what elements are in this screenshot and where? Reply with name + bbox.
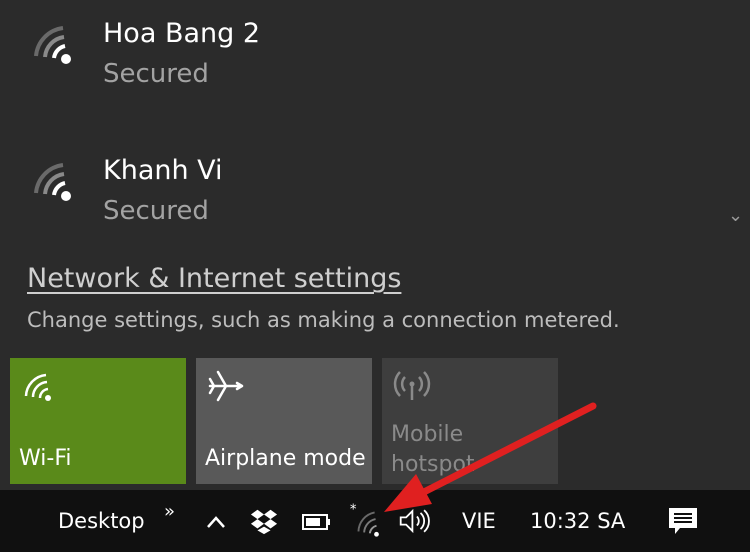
network-status: Secured: [103, 196, 209, 226]
desktop-toolbar-label[interactable]: Desktop: [58, 507, 145, 535]
taskbar: Desktop » * VIE 10:32 SA: [0, 490, 750, 552]
network-item-hoa-bang-2[interactable]: Hoa Bang 2 Secured: [0, 0, 720, 110]
network-name: Khanh Vi: [103, 155, 223, 186]
network-name: Hoa Bang 2: [103, 18, 261, 49]
volume-icon[interactable]: [398, 507, 434, 535]
dropbox-icon[interactable]: [250, 507, 278, 535]
wifi-signal-icon: [34, 163, 71, 201]
network-settings-description: Change settings, such as making a connec…: [27, 308, 620, 332]
airplane-mode-tile[interactable]: Airplane mode: [196, 358, 372, 484]
action-center-icon[interactable]: [666, 504, 700, 538]
hotspot-icon: [393, 371, 431, 400]
toolbar-overflow-icon[interactable]: »: [164, 498, 175, 526]
input-language-indicator[interactable]: VIE: [462, 507, 496, 535]
mobile-hotspot-tile: Mobile hotspot: [382, 358, 558, 484]
network-settings-link[interactable]: Network & Internet settings: [27, 262, 401, 296]
hotspot-tile-label: Mobile hotspot: [391, 422, 475, 477]
network-status: Secured: [103, 59, 209, 89]
wifi-tile-label: Wi-Fi: [19, 446, 72, 471]
network-item-khanh-vi[interactable]: Khanh Vi Secured: [0, 137, 720, 247]
network-wifi-icon[interactable]: *: [348, 502, 386, 540]
wifi-signal-icon: [34, 26, 71, 64]
scroll-down-chevron-icon[interactable]: ⌄: [728, 205, 743, 226]
airplane-icon: [208, 370, 244, 402]
network-list-scrollbar[interactable]: [726, 0, 748, 230]
svg-text:*: *: [350, 502, 357, 517]
airplane-tile-label: Airplane mode: [205, 446, 366, 471]
show-hidden-icons[interactable]: [204, 510, 228, 534]
clock[interactable]: 10:32 SA: [530, 507, 625, 535]
wifi-icon: [24, 373, 51, 401]
network-flyout: Hoa Bang 2 Secured Khanh Vi Secured ⌄ Ne…: [0, 0, 750, 490]
battery-icon[interactable]: [302, 512, 332, 532]
wifi-toggle-tile[interactable]: Wi-Fi: [10, 358, 186, 484]
